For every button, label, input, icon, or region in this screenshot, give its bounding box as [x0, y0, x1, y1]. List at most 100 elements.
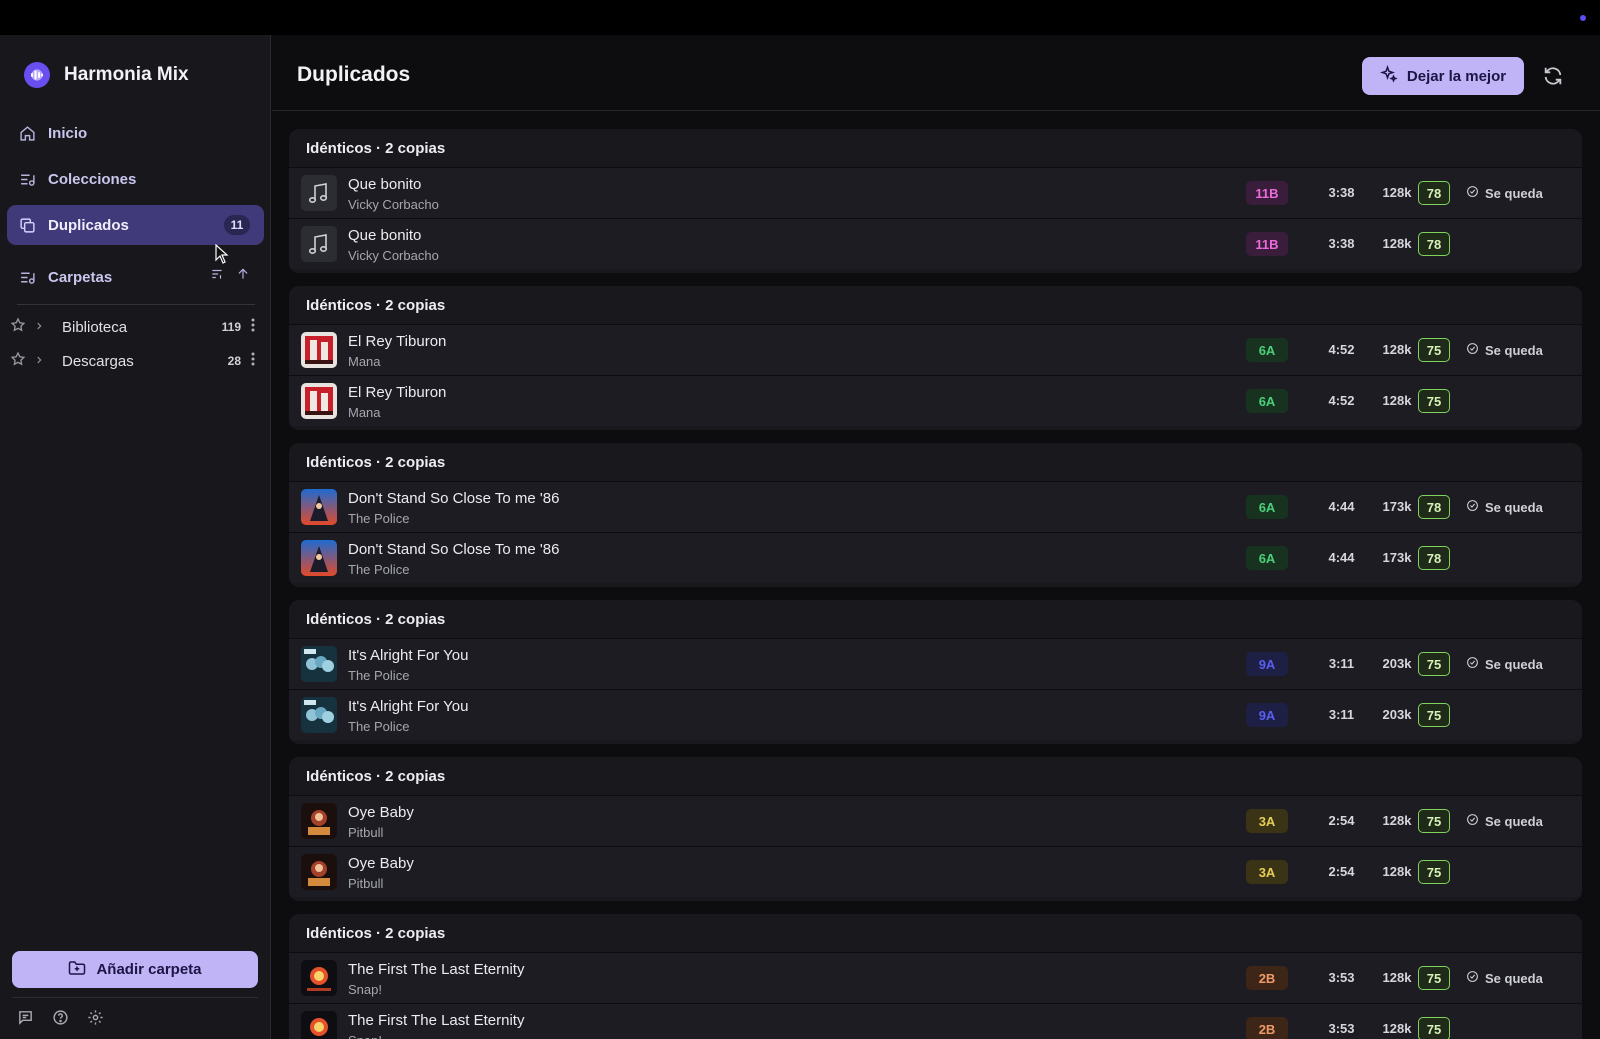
- quality-score-badge: 75: [1418, 860, 1450, 884]
- album-art: [301, 540, 337, 576]
- folder-name: Biblioteca: [62, 318, 128, 336]
- track-bitrate: 128k: [1382, 864, 1412, 879]
- app-title: Harmonia Mix: [64, 64, 189, 85]
- check-circle-icon: [1466, 185, 1479, 201]
- track-bitrate: 128k: [1382, 813, 1412, 828]
- key-badge: 11B: [1246, 232, 1288, 256]
- folder-count: 119: [221, 320, 241, 334]
- keep-label: Se queda: [1485, 970, 1543, 986]
- keep-best-label: Dejar la mejor: [1406, 67, 1507, 85]
- track-title: Don't Stand So Close To me '86: [348, 541, 560, 558]
- track-row[interactable]: It's Alright For You The Police 9A 3:11 …: [289, 638, 1582, 689]
- nav-item-duplicados[interactable]: Duplicados 11: [7, 205, 264, 245]
- quality-score-badge: 78: [1418, 495, 1450, 519]
- feedback-icon[interactable]: [17, 1009, 34, 1031]
- add-folder-label: Añadir carpeta: [96, 961, 202, 978]
- track-artist: Pitbull: [348, 825, 384, 840]
- track-artist: Snap!: [348, 982, 382, 997]
- album-art: [301, 646, 337, 682]
- duplicate-group: Idénticos · 2 copias Don't Stand So Clos…: [289, 443, 1582, 587]
- track-bitrate: 173k: [1382, 499, 1412, 514]
- page-header: Duplicados Dejar la mejor: [272, 35, 1600, 111]
- keep-best-button[interactable]: Dejar la mejor: [1362, 57, 1524, 95]
- status-dot: [1580, 15, 1586, 21]
- track-artist: Mana: [348, 405, 381, 420]
- track-title: The First The Last Eternity: [348, 961, 525, 978]
- star-icon[interactable]: [10, 351, 28, 371]
- track-artist: The Police: [348, 668, 410, 683]
- nav-label: Inicio: [48, 124, 88, 142]
- track-duration: 4:44: [1328, 499, 1355, 514]
- arrow-up-icon[interactable]: [236, 267, 250, 285]
- more-options-icon[interactable]: [251, 352, 255, 370]
- mouse-cursor-icon: [215, 243, 229, 269]
- group-title: Idénticos · 2 copias: [306, 767, 446, 785]
- track-bitrate: 128k: [1382, 393, 1412, 408]
- track-title: Oye Baby: [348, 804, 414, 821]
- track-row[interactable]: Que bonito Vicky Corbacho 11B 3:38 128k …: [289, 218, 1582, 269]
- track-duration: 3:53: [1328, 1021, 1355, 1036]
- refresh-icon[interactable]: [1542, 65, 1564, 87]
- track-title: Que bonito: [348, 227, 422, 244]
- quality-score-badge: 75: [1418, 1017, 1450, 1039]
- track-row[interactable]: The First The Last Eternity Snap! 2B 3:5…: [289, 1003, 1582, 1039]
- help-icon[interactable]: [52, 1009, 69, 1031]
- star-icon[interactable]: [10, 317, 28, 337]
- chevron-right-icon[interactable]: [34, 354, 52, 368]
- keep-status: Se queda: [1466, 185, 1543, 201]
- key-badge: 6A: [1246, 389, 1288, 413]
- track-bitrate: 203k: [1382, 656, 1412, 671]
- duplicate-group: Idénticos · 2 copias Oye Baby Pitbull 3A…: [289, 757, 1582, 901]
- sidebar-footer-icons: [17, 1009, 104, 1031]
- duplicate-group: Idénticos · 2 copias Que bonito Vicky Co…: [289, 129, 1582, 273]
- check-circle-icon: [1466, 970, 1479, 986]
- chevron-right-icon[interactable]: [34, 320, 52, 334]
- sidebar-divider: [17, 304, 255, 305]
- folder-item-biblioteca[interactable]: Biblioteca 119: [10, 312, 255, 342]
- folder-item-descargas[interactable]: Descargas 28: [10, 346, 255, 376]
- quality-score-badge: 75: [1418, 338, 1450, 362]
- track-row[interactable]: Don't Stand So Close To me '86 The Polic…: [289, 481, 1582, 532]
- track-duration: 2:54: [1328, 864, 1355, 879]
- album-art: [301, 383, 337, 419]
- nav-item-colecciones[interactable]: Colecciones: [7, 159, 264, 199]
- track-row[interactable]: Que bonito Vicky Corbacho 11B 3:38 128k …: [289, 167, 1582, 218]
- album-art: [301, 1011, 337, 1039]
- more-options-icon[interactable]: [251, 318, 255, 336]
- key-badge: 9A: [1246, 703, 1288, 727]
- music-note-icon: [301, 175, 337, 211]
- track-row[interactable]: Oye Baby Pitbull 3A 2:54 128k 75: [289, 846, 1582, 897]
- group-title: Idénticos · 2 copias: [306, 924, 446, 942]
- track-row[interactable]: Don't Stand So Close To me '86 The Polic…: [289, 532, 1582, 583]
- brand: Harmonia Mix: [24, 62, 189, 88]
- track-row[interactable]: The First The Last Eternity Snap! 2B 3:5…: [289, 952, 1582, 1003]
- nav-item-inicio[interactable]: Inicio: [7, 113, 264, 153]
- group-title: Idénticos · 2 copias: [306, 453, 446, 471]
- track-title: Oye Baby: [348, 855, 414, 872]
- add-folder-button[interactable]: Añadir carpeta: [12, 951, 258, 988]
- group-title: Idénticos · 2 copias: [306, 610, 446, 628]
- duplicate-group: Idénticos · 2 copias The First The Last …: [289, 914, 1582, 1039]
- page-title: Duplicados: [297, 63, 411, 86]
- key-badge: 6A: [1246, 338, 1288, 362]
- check-circle-icon: [1466, 499, 1479, 515]
- track-row[interactable]: El Rey Tiburon Mana 6A 4:52 128k 75: [289, 375, 1582, 426]
- folder-count: 28: [227, 354, 241, 368]
- track-artist: Vicky Corbacho: [348, 197, 439, 212]
- keep-label: Se queda: [1485, 342, 1543, 358]
- track-row[interactable]: El Rey Tiburon Mana 6A 4:52 128k 75 Se q…: [289, 324, 1582, 375]
- folder-plus-icon: [68, 960, 86, 980]
- track-bitrate: 128k: [1382, 236, 1412, 251]
- duplicates-count-badge: 11: [224, 215, 250, 235]
- sort-icon[interactable]: [210, 267, 224, 285]
- track-bitrate: 203k: [1382, 707, 1412, 722]
- key-badge: 6A: [1246, 546, 1288, 570]
- check-circle-icon: [1466, 813, 1479, 829]
- settings-gear-icon[interactable]: [87, 1009, 104, 1031]
- collections-icon: [18, 170, 36, 188]
- home-icon: [18, 124, 36, 142]
- track-row[interactable]: It's Alright For You The Police 9A 3:11 …: [289, 689, 1582, 740]
- track-row[interactable]: Oye Baby Pitbull 3A 2:54 128k 75 Se qued…: [289, 795, 1582, 846]
- quality-score-badge: 75: [1418, 809, 1450, 833]
- quality-score-badge: 75: [1418, 966, 1450, 990]
